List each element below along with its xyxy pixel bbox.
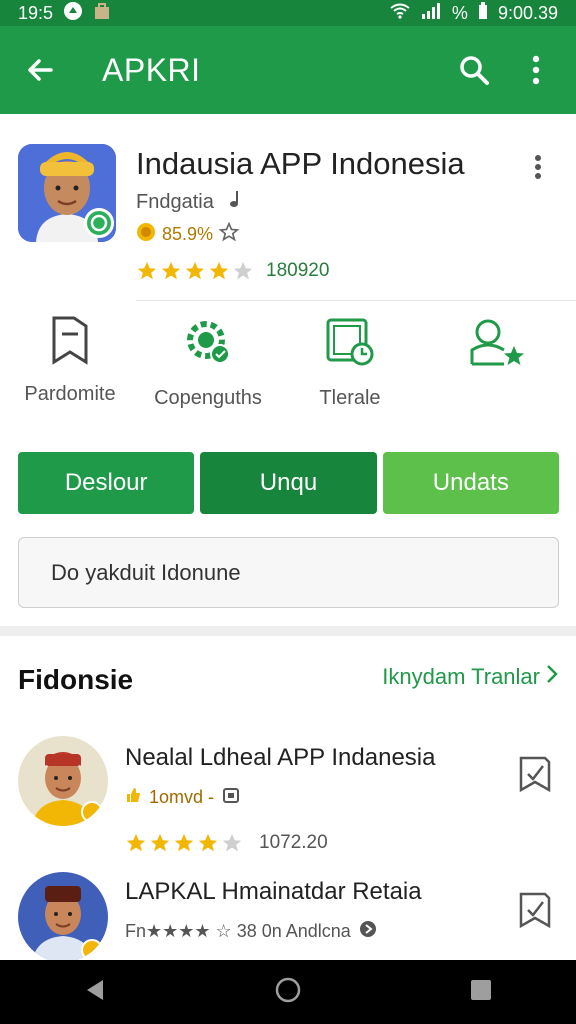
- app-bar-title: APKRI: [102, 51, 201, 88]
- action-buttons: Deslour Unqu Undats: [18, 452, 559, 514]
- notification-icon: [63, 1, 83, 26]
- back-arrow-icon[interactable]: [18, 48, 62, 92]
- star-filled-icon: [137, 261, 157, 280]
- bag-icon: [93, 2, 111, 25]
- verified-badge-icon: [84, 208, 114, 238]
- feature-item-1[interactable]: Pardomite: [0, 314, 140, 406]
- system-nav-bar: [0, 960, 576, 1024]
- section-separator: [0, 626, 576, 636]
- divider: [136, 300, 576, 301]
- search-field-text: Do yakduit Idonune: [51, 559, 241, 585]
- battery-icon: [478, 1, 488, 25]
- star-filled-icon: [198, 833, 218, 852]
- features-row: Pardomite Copenguths Tlerale: [0, 314, 576, 434]
- package-icon: [222, 786, 240, 809]
- rating-row: 180920: [136, 260, 329, 282]
- feature-item-2[interactable]: Copenguths: [138, 314, 278, 410]
- coin-icon: [136, 222, 156, 247]
- section-title: Fidonsie: [18, 664, 134, 695]
- feature-item-4[interactable]: [426, 314, 566, 375]
- back-nav-icon[interactable]: [83, 978, 107, 1007]
- thumb-icon: [125, 787, 141, 808]
- download-button[interactable]: Deslour: [18, 452, 195, 514]
- music-note-icon: [229, 191, 243, 213]
- overflow-menu-icon[interactable]: [514, 48, 558, 92]
- status-time-left: 19:5: [18, 2, 54, 23]
- chevron-right-icon: [546, 664, 558, 690]
- star-filled-icon: [161, 261, 181, 280]
- search-field[interactable]: Do yakduit Idonune: [18, 537, 559, 608]
- info-icon: [359, 920, 377, 943]
- list-item-rating-count: 1072.20: [259, 832, 328, 853]
- section-link-label: Iknydam Tranlar: [382, 664, 540, 689]
- star-outline-icon: [218, 221, 240, 247]
- star-filled-icon: [126, 833, 146, 852]
- clock-doc-icon: [322, 318, 378, 374]
- developer-label: Fndgatia: [136, 191, 214, 213]
- star-filled-icon: [174, 833, 194, 852]
- list-item-meta: Fn★★★★ ☆ 38 0n Andlcna: [125, 921, 351, 941]
- list-item-subtitle: Fn★★★★ ☆ 38 0n Andlcna: [125, 920, 377, 943]
- bookmark-add-icon[interactable]: [515, 754, 555, 794]
- settings-badge-icon: [180, 321, 236, 374]
- percent-value: 85.9%: [162, 224, 214, 244]
- battery-percent: %: [451, 2, 468, 23]
- star-filled-icon: [150, 833, 170, 852]
- list-item-title: Nealal Ldheal APP Indanesia: [125, 744, 436, 771]
- rating-stars: [136, 260, 254, 282]
- section-see-all-link[interactable]: Iknydam Tranlar: [382, 664, 558, 690]
- avatar: [18, 736, 108, 826]
- more-options-icon[interactable]: [534, 154, 542, 185]
- status-clock: 9:00.39: [497, 2, 558, 23]
- star-filled-icon: [209, 261, 229, 280]
- user-star-icon: [464, 319, 528, 374]
- list-item-meta: 1omvd -: [149, 787, 215, 807]
- star-empty-icon: [222, 833, 242, 852]
- developer-name[interactable]: Fndgatia: [136, 190, 243, 214]
- feature-item-3[interactable]: Tlerale: [280, 314, 420, 410]
- bookmark-add-icon[interactable]: [515, 890, 555, 930]
- star-empty-icon: [233, 261, 253, 280]
- rating-count: 180920: [266, 260, 330, 281]
- wifi-icon: [390, 3, 410, 24]
- status-bar: 19:5 % 9:00.39: [0, 0, 576, 26]
- list-item-stars: [125, 832, 243, 854]
- list-item-rating: 1072.20: [125, 832, 328, 854]
- update-button[interactable]: Undats: [382, 452, 559, 514]
- app-title: Indausia APP Indonesia: [136, 146, 465, 181]
- signal-icon: [420, 2, 442, 24]
- search-icon[interactable]: [452, 48, 496, 92]
- recents-nav-icon[interactable]: [469, 978, 493, 1007]
- feature-label-1: Pardomite: [24, 383, 116, 405]
- list-item-title: LAPKAL Hmainatdar Retaia: [125, 878, 422, 905]
- list-item-subtitle: 1omvd -: [125, 786, 240, 809]
- percent-row: 85.9%: [136, 221, 240, 247]
- home-nav-icon[interactable]: [274, 976, 302, 1009]
- bookmark-icon: [46, 316, 94, 370]
- feature-label-2: Copenguths: [154, 387, 262, 409]
- star-filled-icon: [185, 261, 205, 280]
- avatar: [18, 872, 108, 962]
- uninstall-button[interactable]: Unqu: [200, 452, 377, 514]
- feature-label-3: Tlerale: [319, 387, 381, 409]
- app-bar: APKRI: [0, 26, 576, 114]
- app-header: Indausia APP Indonesia Fndgatia 85.9% 18…: [0, 114, 576, 304]
